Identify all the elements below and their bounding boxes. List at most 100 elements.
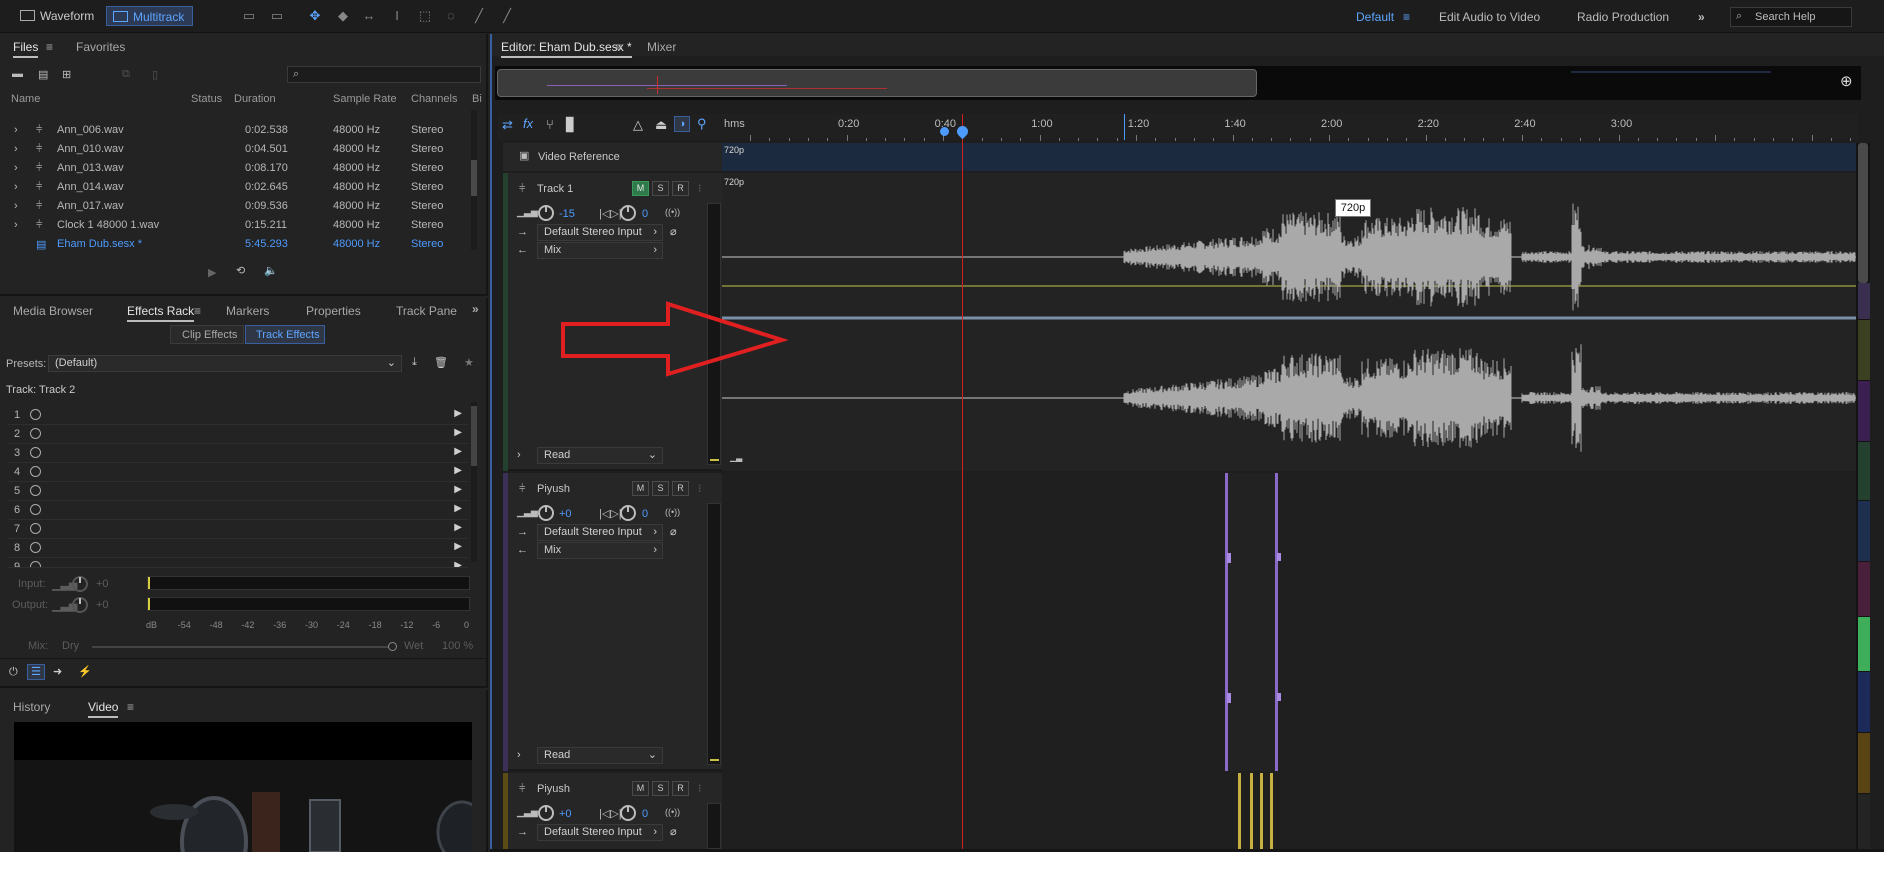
tab-effects-rack[interactable]: Effects Rack <box>127 304 195 322</box>
files-search-input[interactable]: ⌕ <box>287 66 481 83</box>
power-icon[interactable] <box>30 409 41 420</box>
effect-slot[interactable]: 5 ▶ <box>8 482 468 501</box>
effect-slot[interactable]: 7 ▶ <box>8 520 468 539</box>
track-2-pan-knob[interactable] <box>620 505 636 521</box>
track-1-automation-dropdown[interactable]: Read ⌄ <box>537 447 663 464</box>
track-1-lane[interactable]: 720p ▁▃ 720p <box>722 173 1856 471</box>
track-2-record-button[interactable]: R <box>672 481 689 496</box>
column-channels[interactable]: Channels <box>411 93 457 105</box>
spectral-pitch-icon[interactable]: ▭ <box>268 8 286 24</box>
column-name[interactable]: Name <box>11 93 40 105</box>
track-2-volume-value[interactable]: +0 <box>559 508 572 520</box>
track-3-name[interactable]: Piyush <box>537 783 570 795</box>
files-scrollbar[interactable] <box>471 110 477 250</box>
track-3-input-dropdown[interactable]: Default Stereo Input › <box>537 824 663 841</box>
track-2-solo-button[interactable]: S <box>652 481 669 496</box>
effect-slot[interactable]: 4 ▶ <box>8 463 468 482</box>
track-1-output-dropdown[interactable]: Mix › <box>537 242 663 259</box>
track-3-stereo-icon[interactable]: ((•)) <box>665 807 680 817</box>
more-workspaces-icon[interactable]: » <box>1698 10 1705 24</box>
file-row[interactable]: › ⫩ Ann_006.wav 0:02.538 48000 Hz Stereo <box>0 121 482 140</box>
track-1-input-dropdown[interactable]: Default Stereo Input › <box>537 224 663 241</box>
files-panel-menu-icon[interactable]: ≡ <box>46 40 53 54</box>
slot-menu-arrow-icon[interactable]: ▶ <box>454 408 462 419</box>
column-bi[interactable]: Bi <box>472 93 482 105</box>
eq-icon[interactable]: ▊ <box>566 117 576 133</box>
sends-icon[interactable]: ⑂ <box>546 117 554 132</box>
tab-markers[interactable]: Markers <box>226 304 269 318</box>
lasso-tool-icon[interactable]: ◌ <box>442 8 460 24</box>
fx-toggle-icon[interactable]: fx <box>523 116 533 131</box>
track-3-record-button[interactable]: R <box>672 781 689 796</box>
file-row[interactable]: › ⫩ Ann_010.wav 0:04.501 48000 Hz Stereo <box>0 140 482 159</box>
more-panels-icon[interactable]: » <box>472 302 479 316</box>
track-3-pan-knob[interactable] <box>620 805 636 821</box>
workspace-radio-production[interactable]: Radio Production <box>1577 10 1669 24</box>
slot-menu-arrow-icon[interactable]: ▶ <box>454 465 462 476</box>
delete-file-icon[interactable]: ▯ <box>152 68 158 81</box>
tab-video[interactable]: Video <box>88 700 119 718</box>
power-icon[interactable] <box>30 504 41 515</box>
import-file-icon[interactable]: ▤ <box>38 68 48 81</box>
effect-slot[interactable]: 8 ▶ <box>8 539 468 558</box>
track-3-volume-knob[interactable] <box>538 805 554 821</box>
brush-tool-icon[interactable]: ╱ <box>470 8 488 24</box>
spectral-display-icon[interactable]: ▭ <box>240 8 258 24</box>
tab-history[interactable]: History <box>13 700 50 714</box>
track-1-volume-value[interactable]: -15 <box>559 208 575 220</box>
editor-menu-icon[interactable]: ≡ <box>615 40 622 54</box>
file-row[interactable]: ▤ Eham Dub.sesx * 5:45.293 48000 Hz Stereo <box>0 235 482 254</box>
waveform-view-button[interactable]: Waveform <box>14 6 102 26</box>
track-2-output-dropdown[interactable]: Mix › <box>537 542 663 559</box>
track-1-solo-button[interactable]: S <box>652 181 669 196</box>
process-icon[interactable]: ⚡ <box>78 665 92 678</box>
tab-files[interactable]: Files <box>13 40 39 58</box>
power-icon[interactable] <box>30 542 41 553</box>
track-2-clip-edge-right[interactable] <box>1275 473 1278 771</box>
track-2-mute-button[interactable]: M <box>632 481 649 496</box>
search-help-field[interactable]: ⌕ Search Help <box>1730 7 1852 27</box>
effects-scrollbar[interactable] <box>471 402 477 562</box>
track-2-monitor-icon[interactable]: ⁝ <box>698 482 702 495</box>
track-2-pan-value[interactable]: 0 <box>642 508 648 520</box>
track-3-lane[interactable] <box>722 773 1856 849</box>
new-file-icon[interactable]: ⊞ <box>62 68 71 81</box>
file-row[interactable]: › ⫩ Clock 1 48000 1.wav 0:15.211 48000 Hz Ste… <box>0 216 482 235</box>
mix-slider-handle[interactable] <box>388 642 397 651</box>
zoom-to-fit-icon[interactable]: ⊕ <box>1840 72 1853 90</box>
track-1-monitor-icon[interactable]: ⁝ <box>698 182 702 195</box>
tab-favorites[interactable]: Favorites <box>76 40 125 54</box>
spot-healing-tool-icon[interactable]: ╱ <box>498 8 516 24</box>
power-icon[interactable] <box>30 447 41 458</box>
power-icon[interactable] <box>30 561 41 567</box>
play-preview-icon[interactable]: ▶ <box>208 266 216 279</box>
track-1-mute-button[interactable]: M <box>632 181 649 196</box>
track-1-pan-knob[interactable] <box>620 205 636 221</box>
marker-handle[interactable] <box>940 127 949 136</box>
workspace-menu-icon[interactable]: ≡ <box>1403 10 1410 24</box>
track-1-record-button[interactable]: R <box>672 181 689 196</box>
effects-menu-icon[interactable]: ≡ <box>194 304 201 318</box>
insert-into-multitrack-icon[interactable]: ⧉ <box>122 68 130 81</box>
clip-snap-icon[interactable]: ⏏ <box>655 117 667 133</box>
track-1-pan-value[interactable]: 0 <box>642 208 648 220</box>
slot-menu-arrow-icon[interactable]: ▶ <box>454 484 462 495</box>
multitrack-view-button[interactable]: Multitrack <box>106 6 194 26</box>
zoom-window[interactable] <box>497 69 1257 97</box>
time-selection-tool-icon[interactable]: I <box>388 8 406 24</box>
output-gain-knob[interactable] <box>72 597 88 613</box>
slot-menu-arrow-icon[interactable]: ▶ <box>454 541 462 552</box>
effect-slot[interactable]: 3 ▶ <box>8 444 468 463</box>
column-duration[interactable]: Duration <box>234 93 276 105</box>
track-1-phase-icon[interactable]: ⌀ <box>670 225 677 238</box>
input-gain-knob[interactable] <box>72 576 88 592</box>
column-sample-rate[interactable]: Sample Rate <box>333 93 397 105</box>
monitor-icon[interactable]: ◑ <box>674 116 690 132</box>
track-3-pan-value[interactable]: 0 <box>642 808 648 820</box>
tab-properties[interactable]: Properties <box>306 304 361 318</box>
column-status[interactable]: Status <box>191 93 222 105</box>
file-row[interactable]: › ⫩ Ann_014.wav 0:02.645 48000 Hz Stereo <box>0 178 482 197</box>
workspace-edit-audio-to-video[interactable]: Edit Audio to Video <box>1439 10 1540 24</box>
open-file-icon[interactable]: ▬ <box>12 68 23 80</box>
autoplay-icon[interactable]: 🔈 <box>264 264 278 277</box>
